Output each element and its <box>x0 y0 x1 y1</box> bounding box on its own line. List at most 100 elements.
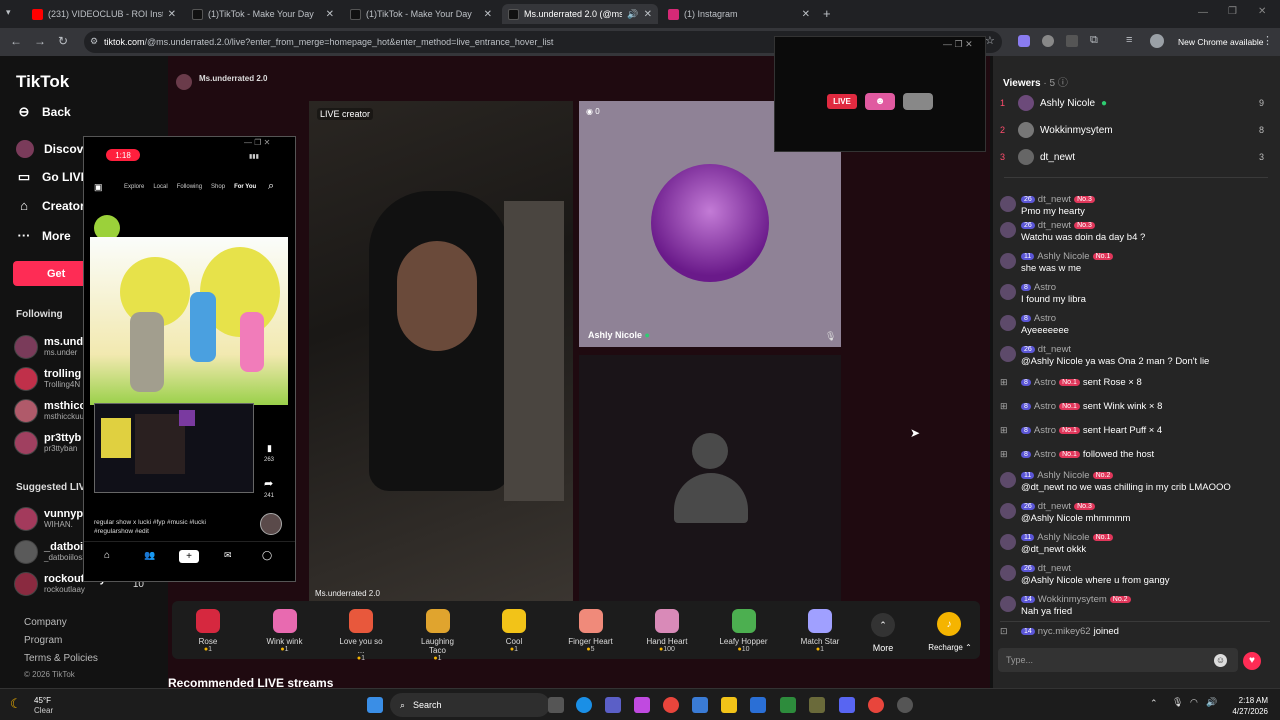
reading-list-icon[interactable]: ≡ <box>1126 34 1132 46</box>
tab-shop[interactable]: Shop <box>211 184 225 190</box>
gift-item[interactable]: Wink wink ●1 <box>260 609 310 653</box>
site-info-icon[interactable]: ⚙ <box>90 36 98 47</box>
emoji-icon[interactable]: ☺ <box>1214 654 1227 667</box>
settings-gear-icon[interactable] <box>897 697 913 713</box>
maximize-icon[interactable]: ❐ <box>1228 6 1237 17</box>
minimize-icon[interactable]: — <box>1198 7 1208 18</box>
chevron-up-icon[interactable]: ⌃ <box>871 613 895 637</box>
overlay-window[interactable]: — ❐ ✕ LIVE ☻ <box>774 36 986 152</box>
profile-icon[interactable]: ◯ <box>262 550 272 561</box>
extension-icon[interactable] <box>1042 35 1054 47</box>
close-icon[interactable]: ✕ <box>168 9 176 20</box>
chrome-icon[interactable] <box>663 697 679 713</box>
forward-arrow-icon[interactable]: → <box>34 34 46 48</box>
close-icon[interactable]: ✕ <box>644 9 652 20</box>
tab-local[interactable]: Local <box>153 184 167 190</box>
tab-5[interactable]: (1) Instagram ✕ <box>662 4 816 24</box>
home-icon[interactable]: ⌂ <box>104 550 110 561</box>
file-explorer-icon[interactable] <box>721 697 737 713</box>
chat-username[interactable]: Ashly Nicole <box>1037 470 1089 481</box>
gift-item[interactable]: Finger Heart ●5 <box>566 609 616 653</box>
gift-item[interactable]: Laughing Taco ●1 <box>413 609 463 662</box>
xbox-icon[interactable] <box>780 697 796 713</box>
clock[interactable]: 2:18 AM 4/27/2026 <box>1226 695 1268 717</box>
nav-creator[interactable]: ⌂ Creator <box>16 198 85 213</box>
viewer-row[interactable]: 2 Wokkinmysytem 8 <box>1000 122 1268 138</box>
search-icon[interactable]: ⌕ <box>268 180 274 193</box>
new-tab-button[interactable]: + <box>823 6 831 21</box>
tab-4-active[interactable]: Ms.underrated 2.0 (@ms.u 🔊 ✕ <box>502 4 658 24</box>
tab-explore[interactable]: Explore <box>124 184 144 190</box>
chat-username[interactable]: dt_newt <box>1038 194 1071 205</box>
gift-item[interactable]: Rose ●1 <box>183 609 233 653</box>
recharge-button[interactable]: Recharge ⌃ <box>920 643 980 652</box>
copilot-icon[interactable] <box>634 697 650 713</box>
task-view-icon[interactable] <box>548 697 564 713</box>
chat-username[interactable]: Wokkinmysytem <box>1038 594 1107 605</box>
app-icon[interactable] <box>750 697 766 713</box>
extension-icon[interactable] <box>1018 35 1030 47</box>
tiktok-logo[interactable]: TikTok <box>16 72 69 92</box>
menu-dots-icon[interactable]: ⋮ <box>1262 34 1273 47</box>
viewers-header[interactable]: Viewers · 5 ⓘ <box>1003 74 1068 89</box>
chat-username[interactable]: Astro <box>1034 282 1056 293</box>
viewer-row[interactable]: 1 Ashly Nicole ● 9 <box>1000 95 1268 111</box>
chrome-update-notice[interactable]: New Chrome available <box>1178 37 1264 47</box>
gift-item[interactable]: Hand Heart ●100 <box>642 609 692 653</box>
friends-icon[interactable]: 👥 <box>144 550 155 561</box>
back-button[interactable]: ⊖ Back <box>16 104 71 120</box>
window-controls[interactable]: — ❐ ✕ <box>244 138 270 147</box>
back-arrow-icon[interactable]: ← <box>10 34 22 48</box>
footer-link-program[interactable]: Program <box>24 635 62 646</box>
bookmark-star-icon[interactable]: ☆ <box>985 34 995 47</box>
chat-event[interactable]: ⊞ 8 Astro No.1 sent Wink wink × 8 <box>1000 401 1162 412</box>
host-avatar[interactable] <box>176 74 192 90</box>
wifi-icon[interactable]: ◠ <box>1190 697 1198 708</box>
chat-username[interactable]: Astro <box>1034 313 1056 324</box>
music-disc-icon[interactable] <box>260 513 282 535</box>
chat-event[interactable]: ⊞ 8 Astro No.1 followed the host <box>1000 449 1154 460</box>
app-icon[interactable] <box>809 697 825 713</box>
store-icon[interactable] <box>692 697 708 713</box>
gift-item[interactable]: Leafy Hopper ●10 <box>719 609 769 653</box>
chat-username[interactable]: dt_newt <box>1038 220 1071 231</box>
volume-icon[interactable]: 🔊 <box>1206 697 1217 708</box>
host-video[interactable]: LIVE creator Ms.underrated 2.0 <box>309 101 573 601</box>
gifts-more-button[interactable]: More <box>858 643 908 653</box>
teams-icon[interactable] <box>605 697 621 713</box>
windows-start-icon[interactable] <box>367 697 383 713</box>
empty-guest-slot[interactable] <box>579 355 841 601</box>
viewer-row[interactable]: 3 dt_newt 3 <box>1000 149 1268 165</box>
chat-input[interactable]: Type... <box>998 648 1238 672</box>
chat-username[interactable]: Ashly Nicole <box>1037 532 1089 543</box>
close-icon[interactable]: ✕ <box>484 9 492 20</box>
gift-item[interactable]: Cool ●1 <box>489 609 539 653</box>
profile-avatar[interactable] <box>1150 34 1164 48</box>
tab-for-you[interactable]: For You <box>234 184 256 190</box>
tray-chevron-icon[interactable]: ⌃ <box>1150 698 1158 709</box>
close-window-icon[interactable]: ✕ <box>1258 6 1266 17</box>
gift-item[interactable]: Match Star ●1 <box>795 609 845 653</box>
window-controls[interactable]: — ❐ ✕ <box>943 39 973 50</box>
create-plus-icon[interactable]: + <box>179 550 199 563</box>
gift-item[interactable]: Love you so ... ●1 <box>336 609 386 662</box>
footer-link-company[interactable]: Company <box>24 617 67 628</box>
chrome-icon[interactable] <box>868 697 884 713</box>
nav-go-live[interactable]: ▭ Go LIVE <box>16 169 89 185</box>
edge-icon[interactable] <box>576 697 592 713</box>
tab-2[interactable]: (1)TikTok - Make Your Day ✕ <box>186 4 340 24</box>
share-icon[interactable]: ➦ <box>264 477 273 490</box>
tab-following[interactable]: Following <box>177 184 202 190</box>
close-icon[interactable]: ✕ <box>802 9 810 20</box>
phone-mirror-window[interactable]: 1:18 — ❐ ✕ ▮▮▮ ▣ Explore Local Following… <box>83 136 296 582</box>
chat-username[interactable]: Ashly Nicole <box>1037 251 1089 262</box>
tab-3[interactable]: (1)TikTok - Make Your Day ✕ <box>344 4 498 24</box>
heart-like-button[interactable]: ♥ <box>1243 652 1261 670</box>
discord-icon[interactable] <box>839 697 855 713</box>
chat-username[interactable]: dt_newt <box>1038 563 1071 574</box>
info-icon[interactable]: ⓘ <box>1058 78 1068 89</box>
chat-username[interactable]: dt_newt <box>1038 344 1071 355</box>
tab-search-icon[interactable]: ▾ <box>6 7 11 18</box>
inbox-icon[interactable]: ✉ <box>224 550 232 561</box>
live-tv-icon[interactable]: ▣ <box>94 182 103 193</box>
